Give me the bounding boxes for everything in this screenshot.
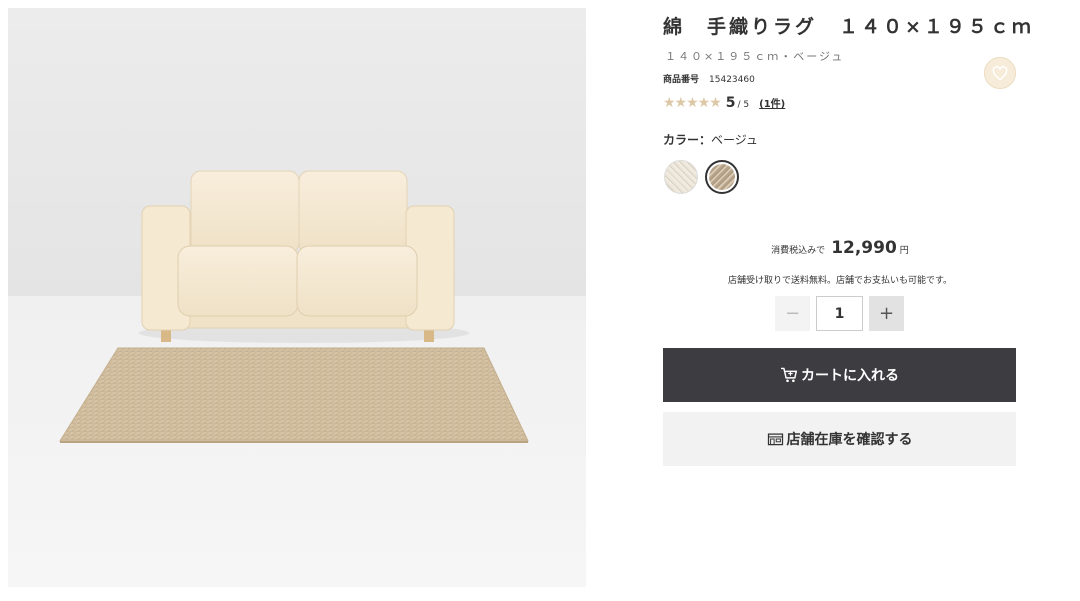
product-photo-svg: [8, 8, 586, 587]
swatch-beige-fill: [709, 164, 735, 190]
quantity-decrease-button[interactable]: −: [775, 296, 810, 331]
product-info-panel: 綿 手織りラグ １４０×１９５ｃｍ １４０×１９５ｃｍ・ベージュ 商品番号 154…: [663, 0, 1031, 601]
add-to-cart-button[interactable]: カートに入れる: [663, 348, 1016, 402]
price-amount: 12,990: [831, 238, 897, 258]
color-value: ベージュ: [711, 133, 758, 147]
shipping-note: 店舗受け取りで送料無料。店舗でお支払いも可能です。: [727, 276, 953, 286]
rating-out-of: / 5: [737, 100, 750, 110]
cart-icon: [781, 367, 798, 383]
color-label: カラー：: [663, 133, 712, 147]
product-title: 綿 手織りラグ １４０×１９５ｃｍ: [663, 16, 1034, 38]
star-icon: ★★★★★: [663, 95, 722, 111]
price: 消費税込みで 12,990 円: [663, 238, 1017, 258]
heart-icon: [992, 65, 1008, 80]
product-number-value: 15423460: [709, 75, 755, 85]
price-label: 消費税込みで: [771, 246, 826, 256]
product-number: 商品番号 15423460: [663, 72, 755, 85]
product-subtitle: １４０×１９５ｃｍ・ベージュ: [665, 50, 845, 63]
rating-score: 5: [725, 95, 736, 111]
quantity-input[interactable]: 1: [816, 296, 863, 331]
price-currency: 円: [899, 246, 909, 256]
product-image: [8, 8, 586, 587]
review-count-link[interactable]: (1件): [759, 95, 785, 110]
quantity-increase-button[interactable]: +: [869, 296, 904, 331]
color-selection: カラー：ベージュ: [663, 131, 758, 148]
quantity-stepper: − 1 +: [775, 296, 904, 331]
store-icon: [767, 433, 783, 446]
check-store-stock-label: 店舗在庫を確認する: [786, 432, 913, 448]
color-swatch-beige[interactable]: [705, 160, 739, 194]
product-number-label: 商品番号: [663, 75, 700, 85]
rating: ★★★★★ 5 / 5 (1件): [663, 95, 785, 111]
check-store-stock-button[interactable]: 店舗在庫を確認する: [663, 412, 1016, 466]
add-to-cart-label: カートに入れる: [801, 368, 899, 384]
color-swatch-off-white[interactable]: [664, 160, 698, 194]
favorite-button[interactable]: [984, 57, 1016, 89]
